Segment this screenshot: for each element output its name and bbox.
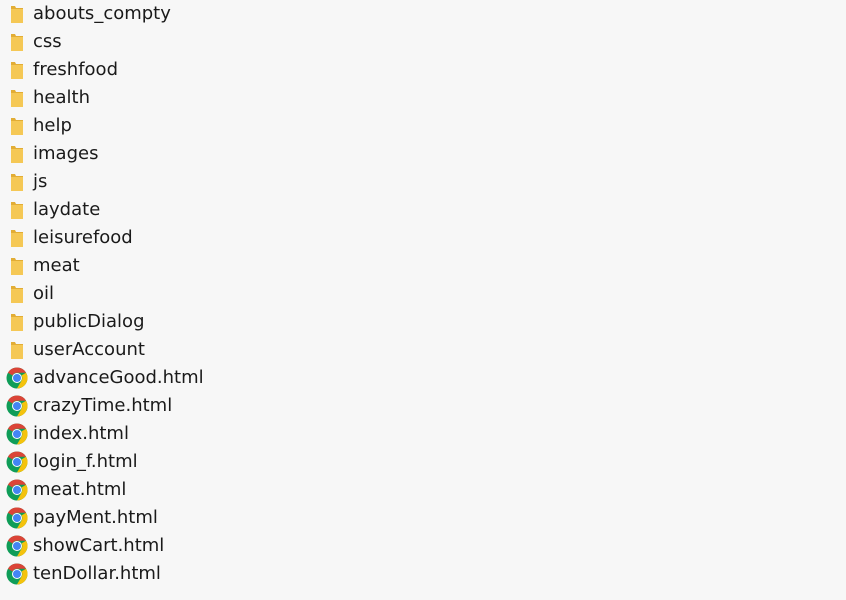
folder-icon xyxy=(6,143,28,165)
folder-item[interactable]: meat xyxy=(6,252,326,280)
item-label: advanceGood.html xyxy=(33,367,204,388)
item-label: meat.html xyxy=(33,479,127,500)
folder-icon xyxy=(6,255,28,277)
item-label: help xyxy=(33,115,72,136)
file-item[interactable]: index.html xyxy=(6,420,326,448)
item-label: laydate xyxy=(33,199,101,220)
folder-icon xyxy=(6,59,28,81)
folder-item[interactable]: abouts_compty xyxy=(6,0,326,28)
item-label: index.html xyxy=(33,423,129,444)
item-label: userAccount xyxy=(33,339,145,360)
chrome-icon xyxy=(6,479,28,501)
folder-icon xyxy=(6,283,28,305)
folder-item[interactable]: health xyxy=(6,84,326,112)
folder-icon xyxy=(6,115,28,137)
chrome-icon xyxy=(6,563,28,585)
file-item[interactable]: meat.html xyxy=(6,476,326,504)
folder-icon xyxy=(6,227,28,249)
file-item[interactable]: tenDollar.html xyxy=(6,560,326,588)
item-label: js xyxy=(33,171,48,192)
folder-icon xyxy=(6,311,28,333)
folder-icon xyxy=(6,171,28,193)
folder-item[interactable]: userAccount xyxy=(6,336,326,364)
folder-item[interactable]: publicDialog xyxy=(6,308,326,336)
file-item[interactable]: payMent.html xyxy=(6,504,326,532)
item-label: payMent.html xyxy=(33,507,158,528)
file-item[interactable]: crazyTime.html xyxy=(6,392,326,420)
item-label: css xyxy=(33,31,62,52)
folder-icon xyxy=(6,339,28,361)
chrome-icon xyxy=(6,507,28,529)
item-label: abouts_compty xyxy=(33,3,171,24)
folder-item[interactable]: oil xyxy=(6,280,326,308)
item-label: freshfood xyxy=(33,59,118,80)
item-label: health xyxy=(33,87,90,108)
folder-icon xyxy=(6,87,28,109)
folder-item[interactable]: js xyxy=(6,168,326,196)
folder-item[interactable]: help xyxy=(6,112,326,140)
item-label: showCart.html xyxy=(33,535,165,556)
chrome-icon xyxy=(6,367,28,389)
item-label: publicDialog xyxy=(33,311,145,332)
item-label: oil xyxy=(33,283,55,304)
item-label: tenDollar.html xyxy=(33,563,161,584)
file-list: abouts_comptycss freshfood health help image… xyxy=(0,0,846,600)
folder-icon xyxy=(6,3,28,25)
item-label: images xyxy=(33,143,99,164)
chrome-icon xyxy=(6,535,28,557)
chrome-icon xyxy=(6,395,28,417)
folder-icon xyxy=(6,199,28,221)
file-item[interactable]: login_f.html xyxy=(6,448,326,476)
chrome-icon xyxy=(6,451,28,473)
file-item[interactable]: advanceGood.html xyxy=(6,364,326,392)
item-label: login_f.html xyxy=(33,451,138,472)
folder-item[interactable]: css xyxy=(6,28,326,56)
item-label: leisurefood xyxy=(33,227,133,248)
folder-item[interactable]: freshfood xyxy=(6,56,326,84)
item-label: crazyTime.html xyxy=(33,395,173,416)
item-label: meat xyxy=(33,255,80,276)
folder-item[interactable]: images xyxy=(6,140,326,168)
file-item[interactable]: showCart.html xyxy=(6,532,326,560)
chrome-icon xyxy=(6,423,28,445)
folder-item[interactable]: leisurefood xyxy=(6,224,326,252)
folder-item[interactable]: laydate xyxy=(6,196,326,224)
folder-icon xyxy=(6,31,28,53)
